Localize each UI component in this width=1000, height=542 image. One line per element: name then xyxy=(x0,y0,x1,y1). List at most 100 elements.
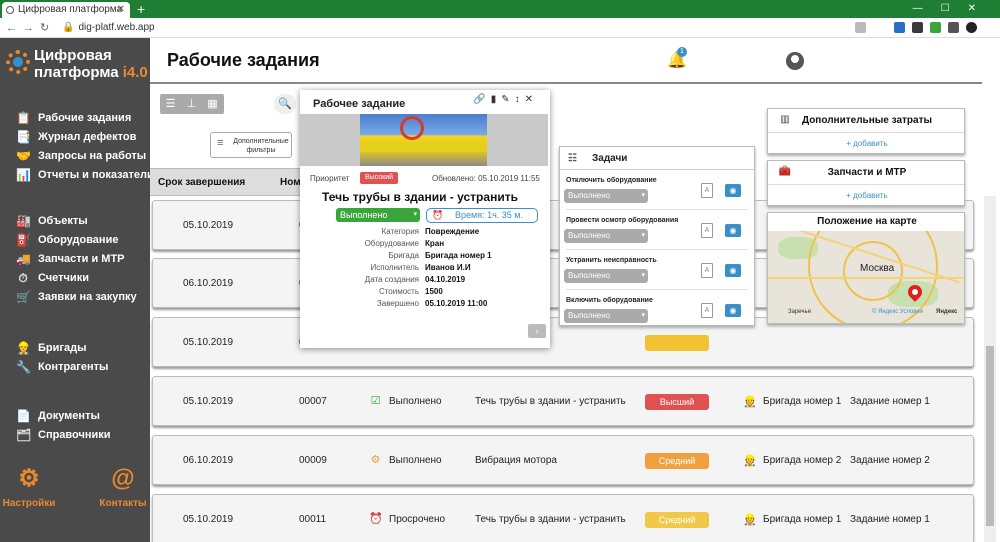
nav-arrows-icon[interactable]: ←→↻ xyxy=(6,21,55,34)
sidebar-item[interactable]: 📊 Отчеты и показатели xyxy=(16,167,154,183)
sidebar-item-label: Заявки на закупку xyxy=(38,291,137,303)
profile-icon[interactable] xyxy=(966,22,977,33)
add-part-link[interactable]: + добавить xyxy=(768,191,966,200)
valve-wheel xyxy=(400,116,424,140)
sidebar-item[interactable]: 📑 Журнал дефектов xyxy=(16,129,136,145)
sidebar-item[interactable]: 🗂 Справочники xyxy=(16,427,111,443)
updated-timestamp: Обновлено: 05.10.2019 11:55 xyxy=(432,174,540,183)
field-row: Стоимость 1500 xyxy=(300,286,550,297)
card-title: Запчасти и МТР xyxy=(827,167,907,178)
camera-icon[interactable]: ◉ xyxy=(725,264,741,277)
sidebar-item[interactable]: 🔧 Контрагенты xyxy=(16,359,108,375)
sidebar-item-label: Оборудование xyxy=(38,234,119,246)
address-bar: ←→↻ 🔒 dig-platf.web.app xyxy=(0,18,1000,38)
extension-icon[interactable] xyxy=(912,22,923,33)
status-select[interactable]: Выполнено xyxy=(336,208,420,222)
contacts-button[interactable]: @ Контакты xyxy=(88,466,158,510)
scrollbar[interactable] xyxy=(984,196,996,542)
cell-task: Течь трубы в здании - устранить xyxy=(475,514,626,525)
cell-task: Течь трубы в здании - устранить xyxy=(475,396,626,407)
sidebar-item[interactable]: 🤝 Запросы на работы xyxy=(16,148,146,164)
map[interactable]: Москва Заречье © Яндекс Условия Яндекс xyxy=(768,231,964,323)
sidebar-item[interactable]: 🚚 Запчасти и МТР xyxy=(16,251,125,267)
nav-icon: 📊 xyxy=(16,168,31,182)
bell-icon[interactable]: 🔔 1 xyxy=(667,47,687,70)
task-status-select[interactable]: Выполнено xyxy=(564,309,648,323)
list-view-icon[interactable]: ☰ xyxy=(160,94,181,114)
camera-icon[interactable]: ◉ xyxy=(725,184,741,197)
sidebar-item[interactable]: ⛽ Оборудование xyxy=(16,232,118,248)
table-row[interactable]: 05.10.2019 00011 ⏰ Просрочено Течь трубы в з… xyxy=(152,494,974,542)
column-deadline[interactable]: Срок завершения xyxy=(158,169,245,197)
pdf-icon[interactable]: A xyxy=(701,183,713,198)
field-value: Повреждение xyxy=(425,227,480,236)
scrollbar-thumb[interactable] xyxy=(986,346,994,526)
new-tab-button[interactable]: + xyxy=(137,0,145,18)
nav-icon: 📋 xyxy=(16,111,31,125)
search-icon[interactable]: 🔍 xyxy=(274,94,296,114)
priority-badge: Средний xyxy=(645,453,709,469)
pdf-icon[interactable]: A xyxy=(701,303,713,318)
photo-image xyxy=(360,114,487,166)
brand-logo[interactable]: Цифровая платформа i4.0 xyxy=(34,47,148,81)
task-status-select[interactable]: Выполнено xyxy=(564,269,648,283)
table-row[interactable]: 06.10.2019 00009 ⚙ Выполнено Вибрация мотора… xyxy=(152,435,974,485)
task-status-select[interactable]: Выполнено xyxy=(564,189,648,203)
pdf-icon[interactable]: A xyxy=(701,263,713,278)
field-row: Категория Повреждение xyxy=(300,226,550,237)
sidebar-item[interactable]: 🏭 Объекты xyxy=(16,213,88,229)
cell-deadline: 06.10.2019 xyxy=(183,455,234,466)
extension-icon[interactable] xyxy=(948,22,959,33)
nav-icon: 🚚 xyxy=(16,252,31,266)
table-row[interactable]: 05.10.2019 00007 ☑ Выполнено Течь трубы в зд… xyxy=(152,376,974,426)
field-value: 04.10.2019 xyxy=(425,275,466,284)
cell-status: Выполнено xyxy=(389,455,442,466)
task-item: Отключить оборудование Выполнено A ◉ xyxy=(560,171,754,211)
sidebar-item[interactable]: 🛒 Заявки на закупку xyxy=(16,289,137,305)
tree-view-icon[interactable]: ⊥ xyxy=(181,94,202,114)
pdf-icon[interactable]: A xyxy=(701,223,713,238)
close-tab-icon[interactable]: ✕ xyxy=(117,2,125,18)
avatar[interactable] xyxy=(786,52,804,70)
edit-icon[interactable]: ✎ xyxy=(501,94,514,105)
priority-badge: Высший xyxy=(645,394,709,410)
sidebar-item[interactable]: 📄 Документы xyxy=(16,408,100,424)
sort-icon[interactable]: ↕ xyxy=(515,94,525,105)
popup-title: Рабочее задание xyxy=(313,98,406,110)
priority-badge: Средний xyxy=(645,512,709,528)
cell-deadline: 05.10.2019 xyxy=(183,396,234,407)
extension-icon[interactable] xyxy=(930,22,941,33)
window-controls[interactable]: —☐✕ xyxy=(913,0,994,18)
camera-icon[interactable]: ◉ xyxy=(725,304,741,317)
star-icon[interactable] xyxy=(855,22,866,33)
cell-number: 00007 xyxy=(299,396,327,407)
gear-icon: ⚙ xyxy=(18,465,40,492)
close-icon[interactable]: ✕ xyxy=(525,94,538,105)
extension-icon[interactable] xyxy=(894,22,905,33)
map-attribution[interactable]: © Яндекс Условия xyxy=(872,309,923,315)
card-title: Положение на карте xyxy=(817,216,917,227)
url-field[interactable]: 🔒 dig-platf.web.app xyxy=(62,20,155,36)
sidebar-item[interactable]: 📋 Рабочие задания xyxy=(16,110,131,126)
sidebar-item[interactable]: ⏱ Счетчики xyxy=(16,270,89,286)
settings-button[interactable]: ⚙ Настройки xyxy=(0,465,64,510)
field-row: Завершено 05.10.2019 11:00 xyxy=(300,298,550,309)
link-icon[interactable]: 🔗 xyxy=(473,94,490,105)
time-field[interactable]: ⏰ Время: 1ч. 35 м. xyxy=(426,208,538,223)
bookmark-icon[interactable]: ▮ xyxy=(491,94,502,105)
next-button[interactable]: › xyxy=(528,324,546,338)
extra-filters-button[interactable]: ≡ Дополнительные фильтры xyxy=(210,132,292,158)
task-status-select[interactable]: Выполнено xyxy=(564,229,648,243)
sidebar-item-label: Журнал дефектов xyxy=(38,131,137,143)
add-extra-cost-link[interactable]: + добавить xyxy=(768,139,966,148)
filter-icon: ≡ xyxy=(217,137,224,149)
cell-brigade: Бригада номер 1 xyxy=(763,396,842,407)
browser-tab[interactable]: Цифровая платформа ✕ xyxy=(2,2,130,18)
lock-icon: 🔒 xyxy=(62,22,75,33)
equipment-photo xyxy=(300,114,548,166)
sidebar-item[interactable]: 👷 Бригады xyxy=(16,340,86,356)
camera-icon[interactable]: ◉ xyxy=(725,224,741,237)
nav-icon: 👷 xyxy=(16,341,31,355)
calendar-view-icon[interactable]: ▦ xyxy=(202,94,223,114)
sidebar-item-label: Счетчики xyxy=(38,272,89,284)
